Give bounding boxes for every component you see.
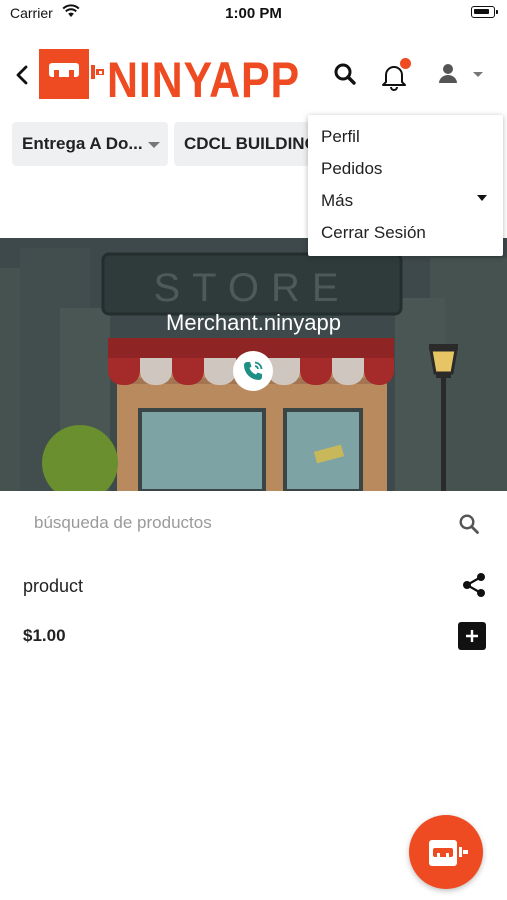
notification-badge bbox=[400, 58, 411, 69]
ninyapp-mascot-icon bbox=[429, 840, 468, 866]
chevron-down-icon bbox=[477, 195, 487, 201]
status-bar: Carrier 1:00 PM bbox=[0, 0, 507, 28]
search-icon[interactable] bbox=[458, 513, 480, 535]
plus-icon bbox=[466, 630, 478, 642]
ninyapp-logo: NINYAPP bbox=[39, 49, 300, 101]
menu-item-pedidos[interactable]: Pedidos bbox=[321, 159, 382, 179]
search-icon[interactable] bbox=[332, 61, 358, 87]
ninyapp-fab-button[interactable] bbox=[409, 815, 483, 889]
product-price: $1.00 bbox=[23, 626, 66, 645]
menu-item-cerrar-sesion[interactable]: Cerrar Sesión bbox=[321, 223, 426, 243]
call-button[interactable] bbox=[233, 351, 273, 391]
battery-icon bbox=[471, 6, 498, 18]
phone-icon bbox=[244, 361, 263, 380]
user-dropdown-menu: Perfil Pedidos Más Cerrar Sesión bbox=[308, 115, 503, 256]
product-name[interactable]: product bbox=[23, 576, 83, 597]
menu-item-perfil[interactable]: Perfil bbox=[321, 127, 360, 147]
product-search-input[interactable] bbox=[22, 507, 442, 539]
location-select[interactable]: CDCL BUILDING bbox=[174, 122, 324, 166]
brand-wordmark: NINYAPP bbox=[107, 52, 300, 101]
share-icon[interactable] bbox=[461, 572, 487, 598]
clock: 1:00 PM bbox=[225, 5, 282, 22]
back-icon[interactable] bbox=[12, 62, 34, 88]
chevron-down-icon bbox=[148, 142, 160, 148]
store-sign-text: STORE bbox=[153, 266, 350, 310]
delivery-mode-select[interactable]: Entrega A Do... bbox=[12, 122, 168, 166]
merchant-name: Merchant.ninyapp bbox=[166, 310, 341, 335]
delivery-mode-label: Entrega A Do... bbox=[22, 134, 143, 153]
add-to-cart-button[interactable] bbox=[458, 622, 486, 650]
user-menu-button[interactable] bbox=[436, 61, 486, 87]
menu-item-mas[interactable]: Más bbox=[321, 191, 353, 211]
location-label: CDCL BUILDING bbox=[184, 134, 318, 153]
chevron-down-icon bbox=[473, 72, 483, 77]
